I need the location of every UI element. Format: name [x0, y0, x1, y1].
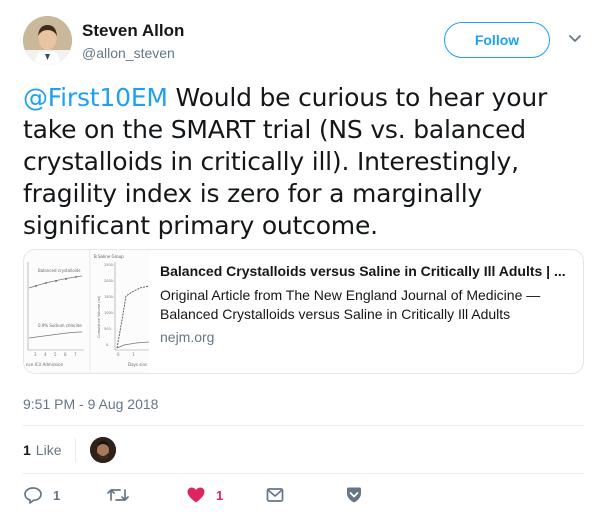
- card-thumbnail: Balanced crystalloids 0.9% Sodium chlori…: [24, 250, 150, 373]
- card-description: Original Article from The New England Jo…: [160, 287, 541, 322]
- thumb-y-label: Cumulative Volume (ml): [97, 295, 101, 338]
- thumb-saline-label: 0.9% Sodium chloride: [38, 323, 82, 328]
- direct-message-button[interactable]: [265, 484, 285, 506]
- heart-icon: [186, 485, 206, 505]
- like-count: 1: [216, 487, 224, 503]
- svg-text:1500-: 1500-: [104, 295, 115, 299]
- divider: [23, 473, 584, 474]
- card-body: Balanced Crystalloids versus Saline in C…: [160, 262, 575, 346]
- svg-text:1000-: 1000-: [104, 311, 115, 315]
- reply-button[interactable]: 1: [23, 484, 60, 506]
- svg-text:500-: 500-: [104, 327, 113, 331]
- reply-icon: [23, 485, 43, 505]
- likes-label[interactable]: Like: [36, 442, 62, 458]
- reply-count: 1: [53, 487, 61, 503]
- likes-count[interactable]: 1: [23, 442, 31, 458]
- tweet-stats: 1 Like: [23, 436, 117, 464]
- tweet-actions: 1 1: [23, 484, 584, 508]
- like-button[interactable]: 1: [186, 484, 223, 506]
- mention-link[interactable]: @First10EM: [23, 83, 168, 112]
- author-avatar[interactable]: [23, 16, 72, 65]
- card-title[interactable]: Balanced Crystalloids versus Saline in C…: [160, 262, 575, 280]
- chevron-down-icon[interactable]: [567, 30, 583, 46]
- tweet-timestamp[interactable]: 9:51 PM - 9 Aug 2018: [23, 396, 158, 412]
- tweet-header: Steven Allon @allon_steven Follow: [23, 16, 593, 66]
- tweet-text: @First10EM Would be curious to hear your…: [23, 82, 588, 242]
- card-domain: nejm.org: [160, 329, 215, 345]
- retweet-button[interactable]: [107, 484, 139, 506]
- liker-avatar[interactable]: [90, 437, 117, 463]
- thumb-x-label-left: nce ICU Admission: [26, 362, 64, 367]
- thumb-panel-label: B Saline Group: [94, 254, 124, 259]
- bookmark-icon: [344, 485, 364, 505]
- bookmark-button[interactable]: [344, 484, 364, 506]
- link-card[interactable]: Balanced crystalloids 0.9% Sodium chlori…: [23, 249, 584, 374]
- author-name[interactable]: Steven Allon: [82, 21, 184, 41]
- author-handle[interactable]: @allon_steven: [82, 45, 175, 61]
- retweet-icon: [107, 485, 129, 505]
- envelope-icon: [265, 485, 285, 505]
- svg-text:2500-: 2500-: [104, 263, 115, 267]
- svg-text:2000-: 2000-: [104, 279, 115, 283]
- follow-button[interactable]: Follow: [444, 22, 550, 58]
- divider: [23, 425, 584, 426]
- stats-separator: [75, 438, 77, 462]
- thumb-x-label-right: Days sinc: [128, 362, 147, 367]
- thumb-balanced-label: Balanced crystalloids: [38, 268, 80, 273]
